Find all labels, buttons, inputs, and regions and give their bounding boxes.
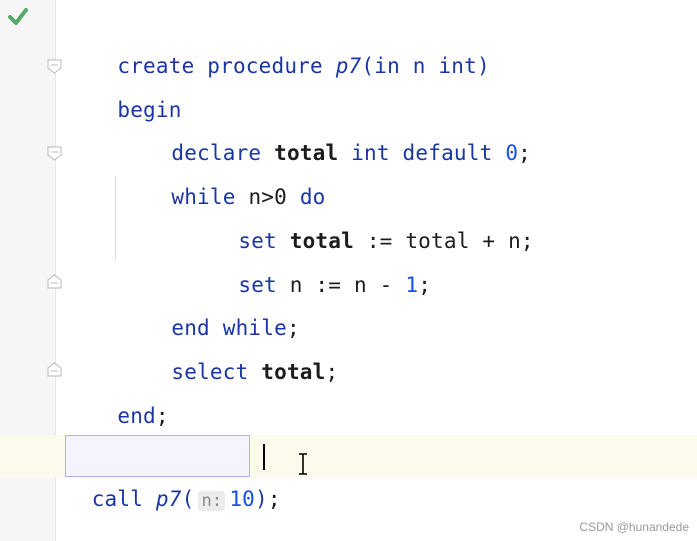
- procedure-name: p7: [335, 54, 362, 78]
- number-literal: 1: [405, 273, 419, 297]
- number-literal: 10: [229, 487, 255, 511]
- number-literal: 0: [505, 141, 519, 165]
- code-text: ;: [418, 273, 432, 297]
- fold-end-marker-icon[interactable]: [46, 361, 63, 378]
- variable: total: [261, 360, 326, 384]
- text-caret: [263, 444, 265, 470]
- fold-marker-icon[interactable]: [46, 58, 63, 75]
- code-line-8[interactable]: select total;: [120, 306, 338, 384]
- code-text: n := n -: [289, 273, 406, 297]
- code-text: ;: [155, 404, 169, 428]
- code-line-4[interactable]: while n>0 do: [120, 131, 326, 209]
- procedure-name: p7: [155, 487, 182, 511]
- parameter-hint: n:: [198, 491, 226, 511]
- code-line-6[interactable]: set n := n - 1;: [187, 219, 431, 297]
- fold-marker-icon[interactable]: [46, 145, 63, 162]
- code-text: ;: [325, 360, 339, 384]
- code-line-call[interactable]: call p7(n: 10);: [66, 436, 281, 511]
- keyword: select: [171, 360, 262, 384]
- code-text: ;: [518, 141, 531, 165]
- code-text: (: [181, 487, 195, 511]
- code-line-2[interactable]: begin: [66, 44, 182, 122]
- indent-guide: [115, 176, 116, 260]
- code-line-7[interactable]: end while;: [120, 262, 300, 340]
- ibeam-cursor-icon: [299, 453, 307, 475]
- watermark: CSDN @hunandede: [579, 520, 689, 534]
- code-line-9[interactable]: end;: [66, 350, 169, 428]
- checkmark-icon: [4, 3, 32, 31]
- code-text: ;: [267, 487, 281, 511]
- keyword: call: [91, 487, 156, 511]
- code-line-3[interactable]: declare total int default 0;: [120, 87, 531, 165]
- code-text: ): [255, 487, 268, 511]
- code-line-1[interactable]: create procedure p7(in n int): [66, 0, 490, 78]
- keyword: end: [117, 404, 156, 428]
- code-line-5[interactable]: set total := total + n;: [187, 175, 534, 253]
- fold-end-marker-icon[interactable]: [46, 273, 63, 290]
- keyword: int default: [351, 141, 506, 165]
- code-text: (in n int): [361, 54, 490, 78]
